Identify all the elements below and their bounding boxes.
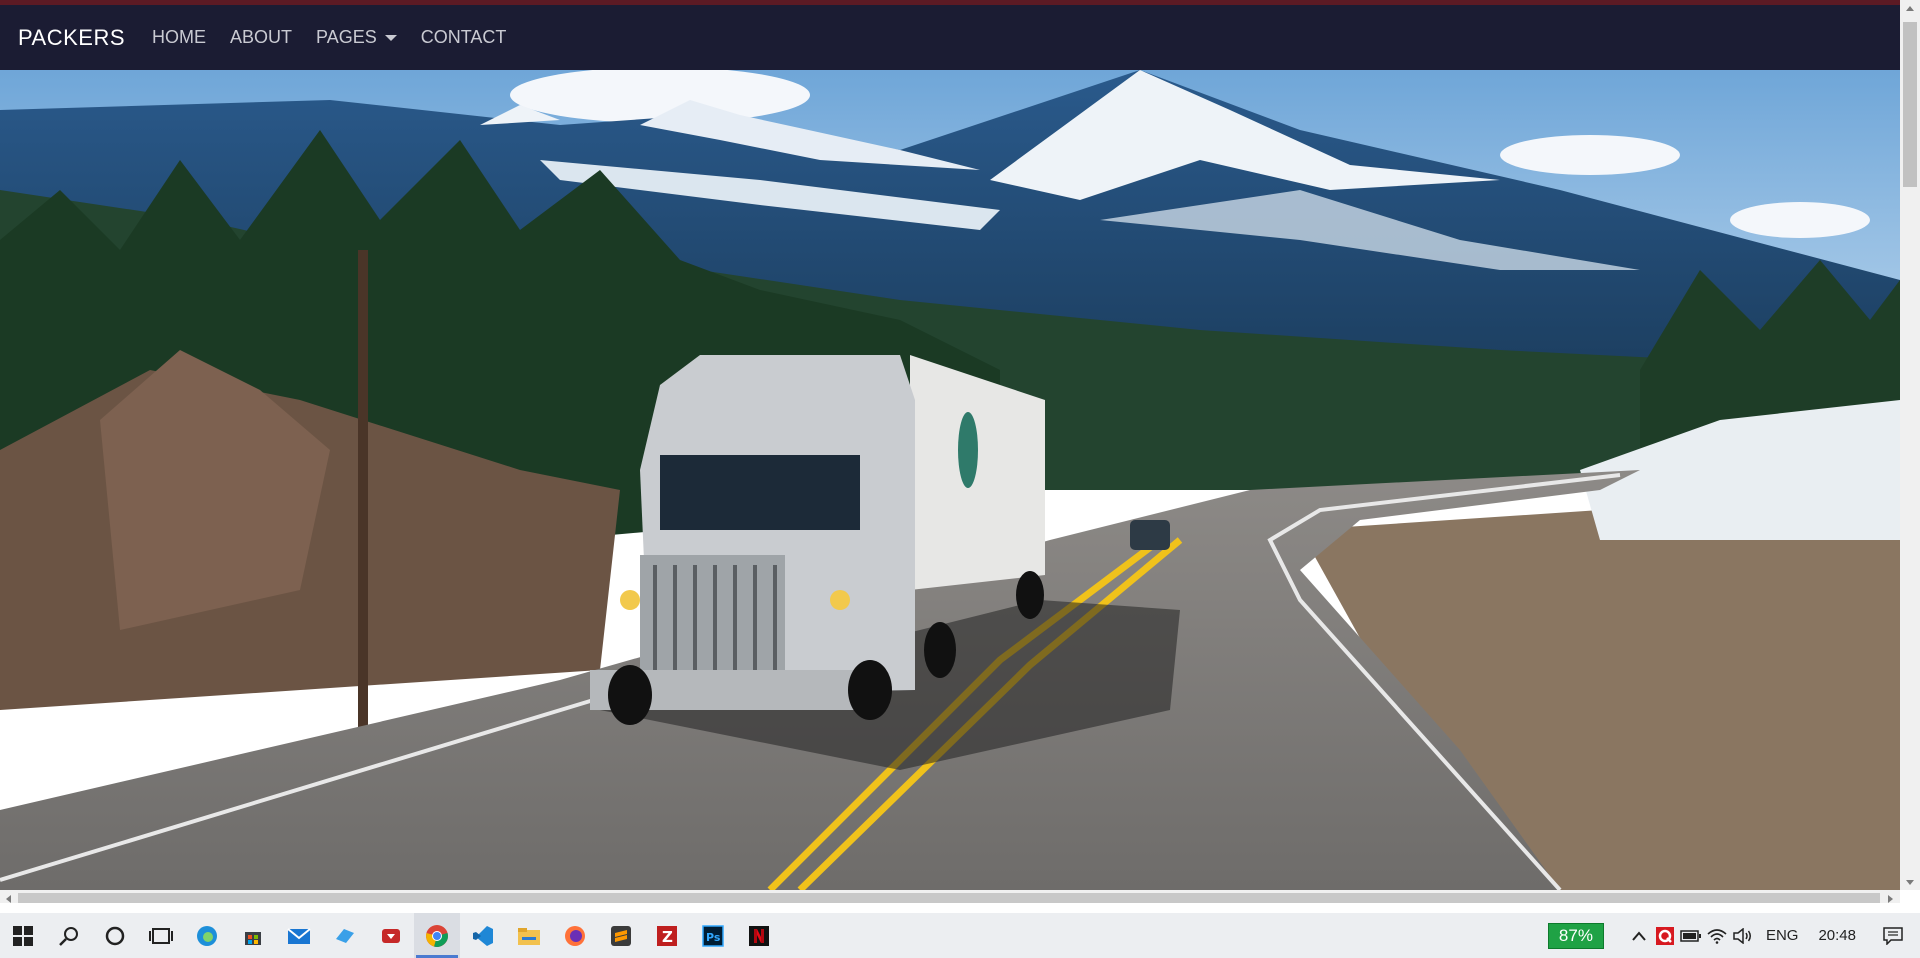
language-indicator[interactable]: ENG [1766, 927, 1799, 944]
volume-icon[interactable] [1730, 913, 1756, 958]
chrome-icon[interactable] [414, 913, 460, 958]
browser-viewport: PACKERS HOME ABOUT PAGES CONTACT [0, 0, 1920, 903]
svg-text:Z: Z [662, 928, 673, 946]
notification-icon[interactable] [1880, 913, 1906, 958]
navbar: PACKERS HOME ABOUT PAGES CONTACT [0, 5, 1900, 70]
netflix-icon[interactable] [736, 913, 782, 958]
vertical-scrollbar[interactable] [1900, 0, 1920, 890]
system-tray: 87% ENG 20:48 [1547, 913, 1920, 958]
start-icon[interactable] [0, 913, 46, 958]
battery-percent-badge[interactable]: 87% [1547, 922, 1604, 949]
nav-pages-label: PAGES [316, 27, 377, 47]
battery-icon[interactable] [1678, 913, 1704, 958]
vscode-icon[interactable] [460, 913, 506, 958]
cortana-icon[interactable] [92, 913, 138, 958]
brand-logo[interactable]: PACKERS [18, 25, 125, 51]
clock[interactable]: 20:48 [1818, 927, 1856, 944]
sublime-icon[interactable] [598, 913, 644, 958]
store-icon[interactable] [230, 913, 276, 958]
hero-image [0, 70, 1900, 890]
firefox-icon[interactable] [552, 913, 598, 958]
nav-contact[interactable]: CONTACT [421, 27, 507, 48]
nav-pages-dropdown[interactable]: PAGES [316, 27, 397, 48]
file-explorer-icon[interactable] [506, 913, 552, 958]
scroll-right-icon[interactable] [1888, 895, 1893, 903]
filezilla-icon[interactable]: Z [644, 913, 690, 958]
download-icon[interactable] [368, 913, 414, 958]
scroll-down-icon[interactable] [1906, 880, 1914, 885]
chevron-up-icon[interactable] [1626, 913, 1652, 958]
nav-home[interactable]: HOME [152, 27, 206, 48]
windows-taskbar: Z Ps 87% ENG 20:48 [0, 913, 1920, 958]
nav-about[interactable]: ABOUT [230, 27, 292, 48]
scroll-left-icon[interactable] [6, 895, 11, 903]
chevron-down-icon [384, 34, 397, 41]
horizontal-scrollbar[interactable] [0, 890, 1900, 903]
search-icon[interactable] [46, 913, 92, 958]
vertical-scroll-thumb[interactable] [1903, 22, 1917, 187]
svg-text:Ps: Ps [706, 931, 721, 944]
photoshop-icon[interactable]: Ps [690, 913, 736, 958]
files-icon[interactable] [322, 913, 368, 958]
wifi-icon[interactable] [1704, 913, 1730, 958]
horizontal-scroll-thumb[interactable] [18, 893, 1880, 903]
antivirus-icon[interactable] [1652, 913, 1678, 958]
mail-icon[interactable] [276, 913, 322, 958]
task-view-icon[interactable] [138, 913, 184, 958]
scroll-up-icon[interactable] [1906, 6, 1914, 11]
edge-icon[interactable] [184, 913, 230, 958]
